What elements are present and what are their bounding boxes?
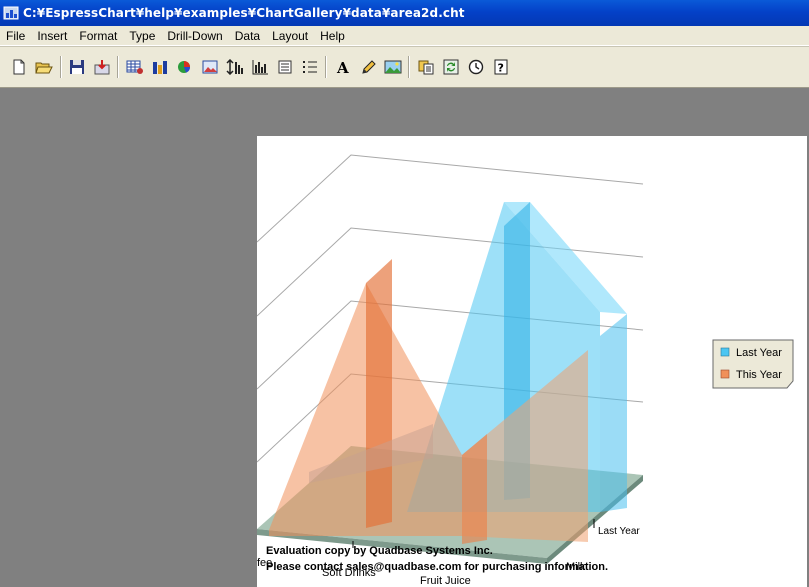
this-year-bar-left[interactable] xyxy=(366,259,392,528)
refresh-button[interactable] xyxy=(440,56,462,78)
help-question-icon: ? xyxy=(494,59,508,75)
image-background-button[interactable] xyxy=(382,56,404,78)
legend-swatch-this-year xyxy=(720,369,730,379)
pie-chart-button[interactable] xyxy=(174,56,196,78)
pencil-icon xyxy=(362,60,376,74)
legend-swatch-last-year xyxy=(720,347,730,357)
toolbar-separator xyxy=(325,56,327,78)
category-axis-label: Fruit Juice xyxy=(420,575,471,587)
app-icon xyxy=(3,6,19,20)
toolbar-separator xyxy=(408,56,410,78)
copy-icon xyxy=(418,60,434,75)
timer-button[interactable] xyxy=(465,56,487,78)
axis-scale-icon xyxy=(226,59,243,75)
help-button[interactable]: ? xyxy=(490,56,512,78)
refresh-icon xyxy=(443,59,459,75)
letter-a-icon: A xyxy=(336,59,349,75)
picture-icon xyxy=(202,60,218,74)
area-chart-3d[interactable]: Last Year Soft Drinks Fruit Juice Milk f… xyxy=(257,136,807,587)
copy-button[interactable] xyxy=(415,56,437,78)
series-axis-label: Last Year xyxy=(598,526,640,537)
menu-help[interactable]: Help xyxy=(314,29,351,43)
new-file-button[interactable] xyxy=(8,56,30,78)
legend-label-last-year: Last Year xyxy=(736,347,782,359)
chart-canvas[interactable]: Last Year Soft Drinks Fruit Juice Milk f… xyxy=(257,136,807,587)
legend-label-this-year: This Year xyxy=(736,369,782,381)
gridline xyxy=(257,154,644,243)
list-view-button[interactable] xyxy=(274,56,296,78)
pie-chart-icon xyxy=(178,61,190,73)
window-title: C:¥EspressChart¥help¥examples¥ChartGalle… xyxy=(23,6,465,20)
menu-layout[interactable]: Layout xyxy=(266,29,314,43)
chart-type-button[interactable] xyxy=(149,56,171,78)
svg-text:A: A xyxy=(336,59,349,75)
chart-legend[interactable]: Last Year This Year xyxy=(712,339,794,389)
folder-open-icon xyxy=(35,62,53,74)
menu-bar: File Insert Format Type Drill-Down Data … xyxy=(0,26,809,46)
toolbar-separator xyxy=(117,56,119,78)
toolbar: A ? xyxy=(0,46,809,88)
clock-icon xyxy=(468,59,484,75)
watermark-line-1: Evaluation copy by Quadbase Systems Inc. xyxy=(266,545,493,557)
histogram-button[interactable] xyxy=(249,56,271,78)
bar-chart-icon xyxy=(153,61,167,74)
title-bar: C:¥EspressChart¥help¥examples¥ChartGalle… xyxy=(0,0,809,26)
pencil-draw-button[interactable] xyxy=(357,56,379,78)
menu-insert[interactable]: Insert xyxy=(31,29,73,43)
export-button[interactable] xyxy=(91,56,113,78)
landscape-image-icon xyxy=(384,60,402,74)
this-year-area-front[interactable] xyxy=(269,283,462,536)
export-icon xyxy=(94,60,110,75)
menu-format[interactable]: Format xyxy=(73,29,123,43)
last-year-bar-right[interactable] xyxy=(600,314,627,512)
data-table-icon xyxy=(126,60,143,74)
list-icon xyxy=(278,60,292,74)
text-format-button[interactable]: A xyxy=(332,56,354,78)
svg-text:?: ? xyxy=(498,62,504,75)
new-file-icon xyxy=(13,59,25,75)
watermark-line-2: Please contact sales@quadbase.com for pu… xyxy=(266,561,608,573)
axis-scale-button[interactable] xyxy=(224,56,246,78)
menu-file[interactable]: File xyxy=(0,29,31,43)
histogram-icon xyxy=(252,60,268,75)
data-source-button[interactable] xyxy=(124,56,146,78)
menu-data[interactable]: Data xyxy=(229,29,266,43)
open-folder-button[interactable] xyxy=(33,56,55,78)
numbered-list-button[interactable] xyxy=(299,56,321,78)
menu-drill-down[interactable]: Drill-Down xyxy=(161,29,228,43)
save-button[interactable] xyxy=(66,56,88,78)
floppy-disk-icon xyxy=(70,60,84,74)
toolbar-separator xyxy=(60,56,62,78)
menu-type[interactable]: Type xyxy=(123,29,161,43)
insert-image-button[interactable] xyxy=(199,56,221,78)
numbered-list-icon xyxy=(303,61,317,73)
